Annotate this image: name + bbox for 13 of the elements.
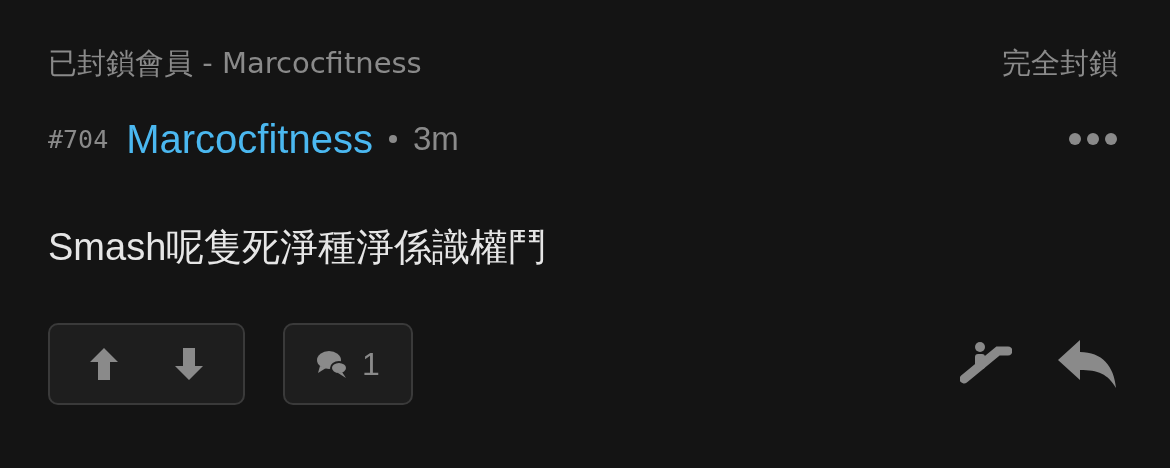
- post-time: 3m: [412, 120, 459, 158]
- separator-dot: [388, 135, 397, 143]
- more-icon[interactable]: [1068, 132, 1118, 146]
- reply-icon[interactable]: [1058, 340, 1118, 388]
- post-number: #704: [48, 124, 109, 154]
- block-completely-link[interactable]: 完全封鎖: [1002, 44, 1118, 84]
- author-link[interactable]: Marcocfitness: [126, 116, 373, 162]
- comments-button[interactable]: 1: [283, 323, 413, 405]
- downvote-icon[interactable]: [174, 348, 203, 380]
- post-body: Smash呢隻死淨種淨係識權鬥: [48, 225, 548, 270]
- blocked-member-title: 已封鎖會員 - Marcocfitness: [48, 45, 422, 82]
- upvote-icon[interactable]: [90, 348, 119, 380]
- chat-bubbles-icon: [316, 349, 349, 379]
